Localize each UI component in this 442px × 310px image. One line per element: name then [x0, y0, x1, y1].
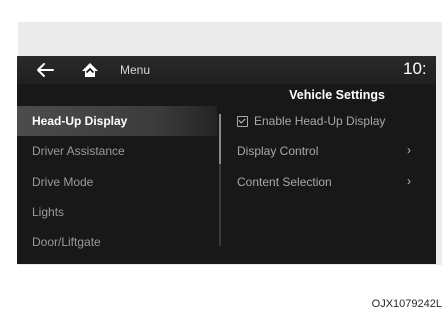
- home-icon[interactable]: [80, 61, 100, 79]
- top-bar: Menu 10:: [17, 56, 436, 84]
- option-label: Content Selection: [237, 175, 332, 189]
- infotainment-screen: Menu 10: Vehicle Settings Head-Up Displa…: [17, 56, 436, 264]
- sidebar-item-label: Lights: [32, 205, 64, 219]
- menu-button[interactable]: Menu: [120, 63, 150, 77]
- sidebar-item-label: Drive Mode: [32, 175, 93, 189]
- page-header: Vehicle Settings: [17, 84, 436, 106]
- screen-frame: Menu 10: Vehicle Settings Head-Up Displa…: [18, 22, 442, 265]
- option-label: Enable Head-Up Display: [254, 114, 385, 128]
- content-selection-option[interactable]: Content Selection ›: [231, 167, 421, 197]
- chevron-right-icon: ›: [407, 174, 411, 188]
- checkbox-checked-icon[interactable]: [237, 116, 248, 127]
- sidebar-item-drive-mode[interactable]: Drive Mode: [17, 167, 217, 197]
- enable-head-up-display-option[interactable]: Enable Head-Up Display: [231, 106, 421, 136]
- back-arrow-icon[interactable]: [35, 62, 55, 78]
- clock: 10:: [403, 59, 427, 79]
- page-title: Vehicle Settings: [289, 88, 385, 102]
- chevron-right-icon: ›: [407, 143, 411, 157]
- sidebar-item-lights[interactable]: Lights: [17, 197, 217, 227]
- sidebar-item-door-liftgate[interactable]: Door/Liftgate: [17, 227, 217, 257]
- sidebar-item-head-up-display[interactable]: Head-Up Display: [17, 106, 217, 136]
- sidebar-item-driver-assistance[interactable]: Driver Assistance: [17, 136, 217, 166]
- sidebar-item-label: Driver Assistance: [32, 144, 125, 158]
- sidebar-scrollbar-thumb[interactable]: [219, 114, 221, 164]
- display-control-option[interactable]: Display Control ›: [231, 136, 421, 166]
- option-label: Display Control: [237, 144, 318, 158]
- settings-content: Enable Head-Up Display Display Control ›…: [231, 106, 436, 264]
- sidebar-item-label: Head-Up Display: [32, 114, 127, 128]
- sidebar-item-label: Door/Liftgate: [32, 235, 101, 249]
- figure-caption: OJX1079242L: [372, 298, 442, 310]
- sidebar: Head-Up Display Driver Assistance Drive …: [17, 106, 225, 264]
